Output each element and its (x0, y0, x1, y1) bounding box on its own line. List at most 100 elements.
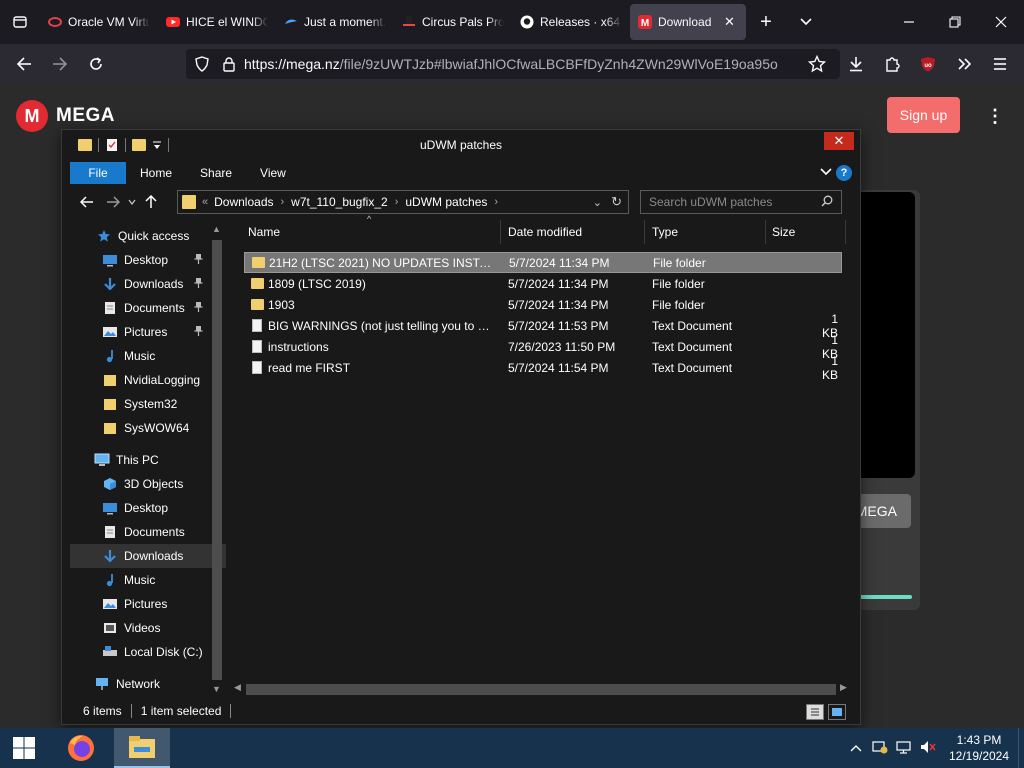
column-header-type[interactable]: Type (640, 220, 762, 244)
mega-logo[interactable]: M MEGA (16, 100, 115, 132)
breadcrumb-item[interactable]: w7t_110_bugfix_2 (291, 195, 388, 209)
nav-item[interactable]: System32 (70, 392, 226, 416)
overflow-menu-button[interactable] (946, 48, 982, 80)
tab-list-button[interactable] (0, 0, 40, 44)
nav-item[interactable]: NvidiaLogging (70, 368, 226, 392)
column-header-date[interactable]: Date modified (496, 220, 640, 244)
nav-item[interactable]: SysWOW64 (70, 416, 226, 440)
horizontal-scrollbar[interactable]: ◀ ▶ (232, 682, 852, 696)
browser-tab[interactable]: Just a moment... (276, 4, 394, 40)
scroll-left-icon[interactable]: ◀ (234, 682, 241, 693)
browser-tab[interactable]: Releases · x64 (512, 4, 630, 40)
tab-file[interactable]: File (70, 162, 126, 184)
tab-overflow-button[interactable] (786, 0, 826, 44)
clock[interactable]: 1:43 PM 12/19/2024 (940, 732, 1018, 764)
minimize-button[interactable] (886, 0, 932, 44)
up-button[interactable] (138, 190, 164, 214)
breadcrumb-separator[interactable]: › (494, 196, 498, 208)
expand-ribbon-icon[interactable] (816, 166, 836, 180)
mega-icon: M (638, 15, 652, 29)
ublock-button[interactable]: uo (910, 48, 946, 80)
taskbar-file-explorer[interactable] (114, 728, 170, 768)
file-row[interactable]: read me FIRST 5/7/2024 11:54 PM Text Docum… (244, 354, 842, 382)
sign-up-button[interactable]: Sign up (887, 97, 960, 133)
breadcrumb-item[interactable]: uDWM patches (405, 195, 487, 209)
nav-item[interactable]: Pictures (70, 320, 226, 344)
scroll-right-icon[interactable]: ▶ (840, 682, 847, 693)
kebab-menu-icon[interactable]: ⋮ (986, 104, 1004, 128)
column-header-size[interactable]: Size (760, 220, 840, 244)
tab-share[interactable]: Share (186, 162, 246, 184)
app-menu-button[interactable] (982, 48, 1018, 80)
nav-item[interactable]: Desktop (70, 248, 226, 272)
close-tab-icon[interactable]: ✕ (724, 14, 738, 30)
breadcrumb-overflow[interactable]: « (202, 196, 208, 208)
close-explorer-button[interactable]: ✕ (824, 132, 854, 150)
details-view-button[interactable] (806, 704, 824, 720)
refresh-icon[interactable]: ↻ (611, 194, 622, 210)
taskbar-firefox[interactable] (56, 728, 106, 768)
downloads-button[interactable] (838, 48, 874, 80)
url-bar[interactable]: https://mega.nz/file/9zUWTJzb#lbwiafJhlO… (186, 49, 840, 79)
nav-item[interactable]: Downloads (70, 272, 226, 296)
nav-item[interactable]: Music (70, 568, 226, 592)
quick-access[interactable]: Quick access (70, 224, 226, 248)
column-divider[interactable] (845, 220, 846, 244)
file-row[interactable]: 1809 (LTSC 2019) 5/7/2024 11:34 PM File fo… (244, 273, 842, 294)
scroll-up-icon[interactable]: ▲ (212, 224, 221, 234)
nav-item[interactable]: Pictures (70, 592, 226, 616)
nav-item[interactable]: Music (70, 344, 226, 368)
scroll-thumb[interactable] (212, 240, 222, 680)
help-button[interactable]: ? (836, 165, 852, 181)
breadcrumb-item[interactable]: Downloads (214, 195, 273, 209)
tab-home[interactable]: Home (126, 162, 186, 184)
browser-tab[interactable]: Circus Pals Pro (394, 4, 512, 40)
nav-item[interactable]: 3D Objects (70, 472, 226, 496)
column-header-name[interactable]: Name (236, 220, 492, 244)
show-desktop-button[interactable] (1018, 728, 1024, 768)
volume-muted-icon[interactable] (916, 740, 940, 757)
scroll-down-icon[interactable]: ▼ (212, 684, 221, 694)
back-button[interactable] (74, 190, 100, 214)
forward-button[interactable] (100, 190, 126, 214)
nav-item[interactable]: Local Disk (C:) (70, 640, 226, 664)
nav-item[interactable]: Desktop (70, 496, 226, 520)
close-window-button[interactable] (978, 0, 1024, 44)
browser-tab[interactable]: HICE el WINDOWS (158, 4, 276, 40)
file-row[interactable]: 1903 5/7/2024 11:34 PM File folder (244, 294, 842, 315)
breadcrumb-separator[interactable]: › (281, 196, 285, 208)
nav-item[interactable]: Videos (70, 616, 226, 640)
nav-item[interactable]: Documents (70, 520, 226, 544)
file-row[interactable]: instructions 7/26/2023 11:50 PM Text Docum… (244, 333, 842, 361)
extensions-button[interactable] (874, 48, 910, 80)
this-pc[interactable]: This PC (70, 448, 226, 472)
file-row[interactable]: BIG WARNINGS (not just telling you to b.… (244, 312, 842, 340)
security-alert-icon[interactable] (868, 740, 892, 757)
nav-label: Videos (124, 621, 161, 635)
search-input[interactable]: Search uDWM patches (640, 190, 842, 214)
show-hidden-icons-chevron[interactable] (844, 741, 868, 756)
breadcrumb-separator[interactable]: › (395, 196, 399, 208)
network-icon[interactable] (892, 740, 916, 757)
new-tab-button[interactable]: + (746, 0, 786, 44)
start-button[interactable] (0, 728, 48, 768)
back-button[interactable] (6, 48, 42, 80)
recent-locations-button[interactable] (126, 190, 138, 214)
large-icons-view-button[interactable] (828, 704, 846, 720)
reload-button[interactable] (78, 48, 114, 80)
restore-button[interactable] (932, 0, 978, 44)
nav-scrollbar[interactable]: ▲ ▼ (209, 224, 225, 696)
scroll-thumb[interactable] (246, 684, 836, 695)
nav-item[interactable]: Documents (70, 296, 226, 320)
forward-button[interactable] (42, 48, 78, 80)
network[interactable]: Network (70, 672, 226, 696)
desktop-icon (102, 252, 118, 268)
browser-tab[interactable]: Oracle VM VirtualBox (40, 4, 158, 40)
star-icon[interactable] (808, 55, 826, 73)
chevron-down-icon[interactable]: ⌄ (593, 196, 602, 209)
browser-tab-active[interactable]: M Download ✕ (630, 4, 746, 40)
file-row[interactable]: 21H2 (LTSC 2021) NO UPDATES INSTALLED 5/7… (244, 252, 842, 273)
nav-item[interactable]: Downloads (70, 544, 226, 568)
tab-view[interactable]: View (246, 162, 300, 184)
address-bar[interactable]: « Downloads › w7t_110_bugfix_2 › uDWM pa… (177, 190, 629, 214)
